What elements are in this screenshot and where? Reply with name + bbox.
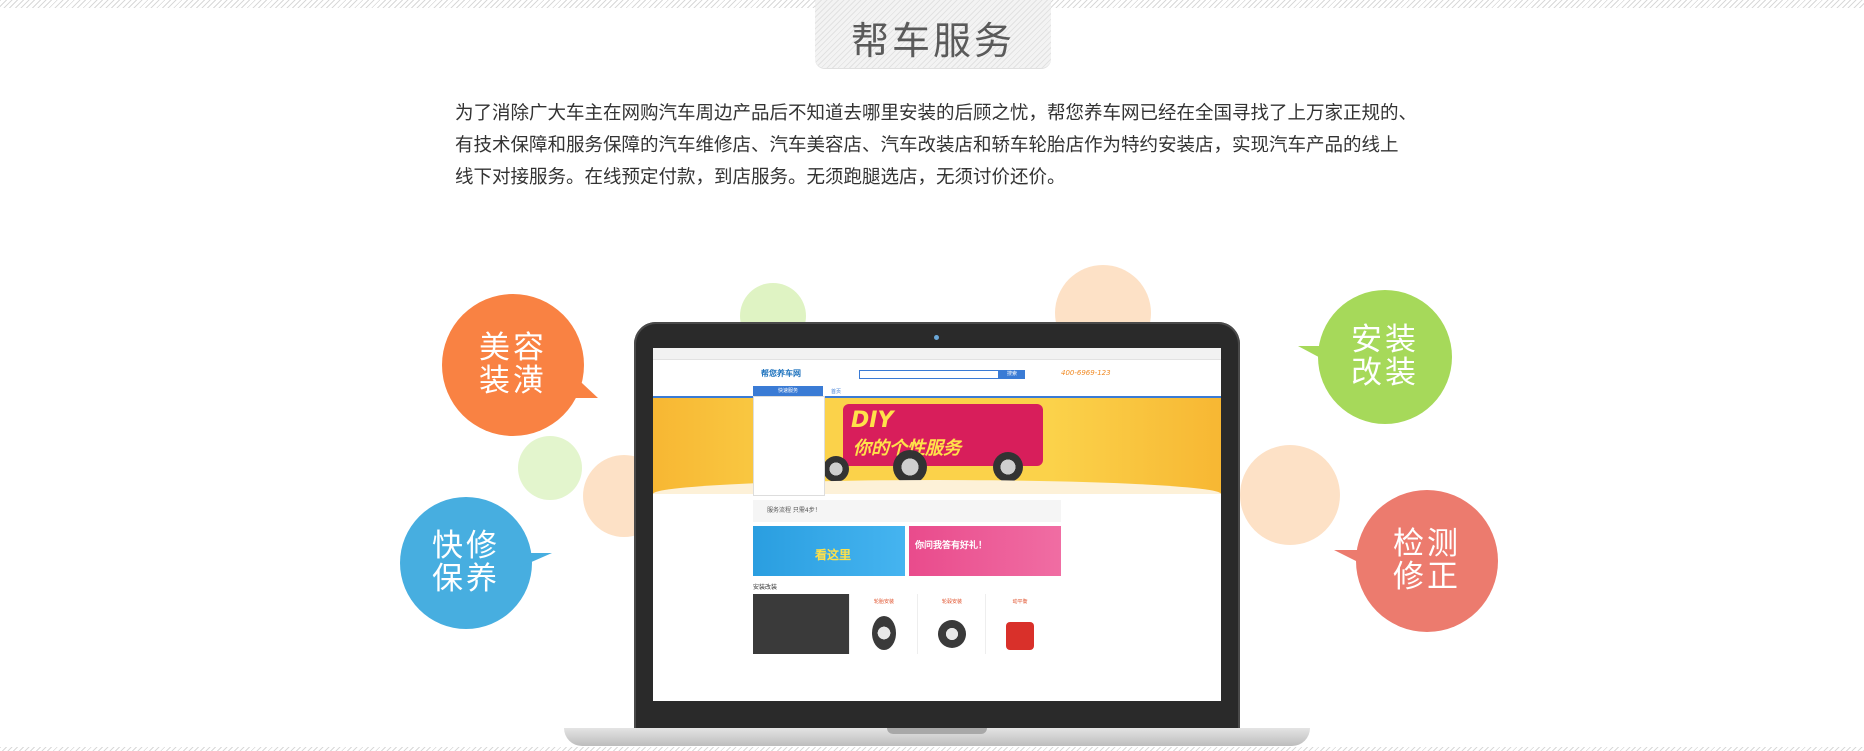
site-service-flow: 服务流程 只需4步！ (753, 500, 1061, 522)
tire-icon (823, 456, 849, 482)
bottom-hatch-border (0, 747, 1864, 751)
site-ad-care[interactable]: 看这里 (753, 526, 905, 576)
tire-icon (893, 450, 927, 484)
bubble-label-line1: 快修 (432, 528, 500, 564)
site-search-button[interactable]: 搜索 (999, 370, 1025, 379)
intro-line: 有技术保障和服务保障的汽车维修店、汽车美容店、汽车改装店和轿车轮胎店作为特约安装… (455, 135, 1399, 156)
site-banner[interactable]: DIY 你的个性服务 (653, 398, 1221, 494)
site-logo[interactable]: 帮您养车网 (761, 368, 801, 379)
product-name: 动平衡 (1012, 599, 1028, 605)
tire-icon (872, 616, 896, 650)
site-section-title: 安装改装 (753, 584, 778, 591)
site-search-input[interactable] (859, 370, 999, 379)
section-title: 帮车服务 (850, 19, 1015, 63)
bubble-label-line2: 保养 (432, 561, 500, 597)
ad-text: 你问我答有好礼！ (915, 541, 988, 551)
bubble-tail (520, 553, 552, 567)
bubble-inspect[interactable]: 检测 修正 (1334, 490, 1498, 632)
bubble-label-line2: 改装 (1351, 355, 1419, 391)
wheel-photo (753, 594, 849, 654)
ad-text: 看这里 (815, 548, 852, 562)
bubble-beauty[interactable]: 美容 装潢 (442, 294, 598, 436)
site-nav-home[interactable]: 首页 (831, 388, 841, 395)
webcam-icon (934, 335, 939, 340)
site-category-menu[interactable]: 快速服务 (753, 386, 823, 396)
bubble-label-line2: 装潢 (479, 363, 547, 399)
product-card[interactable]: 轮毂安装 (917, 594, 986, 654)
bubble-tail (568, 370, 598, 398)
bubble-tail (1298, 346, 1328, 362)
tire-icon (993, 452, 1023, 482)
bubble-repair[interactable]: 快修 保养 (400, 497, 552, 629)
bubble-label-line1: 美容 (479, 330, 547, 366)
site-nav: 首页 (653, 386, 1221, 398)
laptop-notch (887, 728, 987, 734)
laptop: 帮您养车网 搜索 400-6969-123 首页 快速服务 DIY 你的个性服务… (634, 322, 1240, 732)
bubble-tail (1334, 550, 1366, 566)
site-product-row: 轮胎安装 轮毂安装 动平衡 (753, 594, 1061, 654)
intro-line: 线下对接服务。在线预定付款，到店服务。无须跑腿选店，无须讨价还价。 (455, 167, 1066, 188)
product-name: 轮胎安装 (873, 599, 894, 605)
banner-clouds (653, 480, 1221, 494)
bubble-label-line1: 检测 (1393, 526, 1461, 562)
laptop-screen: 帮您养车网 搜索 400-6969-123 首页 快速服务 DIY 你的个性服务… (653, 348, 1221, 701)
deco-circle-green-small (518, 436, 582, 500)
deco-circle-peach-right (1240, 445, 1340, 545)
product-name: 轮毂安装 (941, 599, 962, 605)
intro-paragraph: 为了消除广大车主在网购汽车周边产品后不知道去哪里安装的后顾之忧，帮您养车网已经在… (455, 98, 1420, 194)
banner-diy: DIY (851, 408, 894, 433)
site-phone: 400-6969-123 (1061, 369, 1111, 377)
site-category-dropdown[interactable] (753, 396, 825, 496)
balancer-icon (1006, 622, 1034, 650)
product-card[interactable]: 轮胎安装 (849, 594, 918, 654)
site-ad-gift[interactable]: 你问我答有好礼！ (909, 526, 1061, 576)
bubble-label-line2: 修正 (1393, 559, 1461, 595)
section-title-tab: 帮车服务 (815, 0, 1051, 68)
site-topbar (653, 348, 1221, 360)
rim-icon (938, 620, 966, 648)
intro-line: 为了消除广大车主在网购汽车周边产品后不知道去哪里安装的后顾之忧，帮您养车网已经在… (455, 103, 1418, 124)
bubble-label-line1: 安装 (1351, 322, 1419, 358)
product-card[interactable]: 动平衡 (985, 594, 1054, 654)
bubble-install[interactable]: 安装 改装 (1298, 290, 1452, 424)
laptop-base (564, 728, 1310, 746)
